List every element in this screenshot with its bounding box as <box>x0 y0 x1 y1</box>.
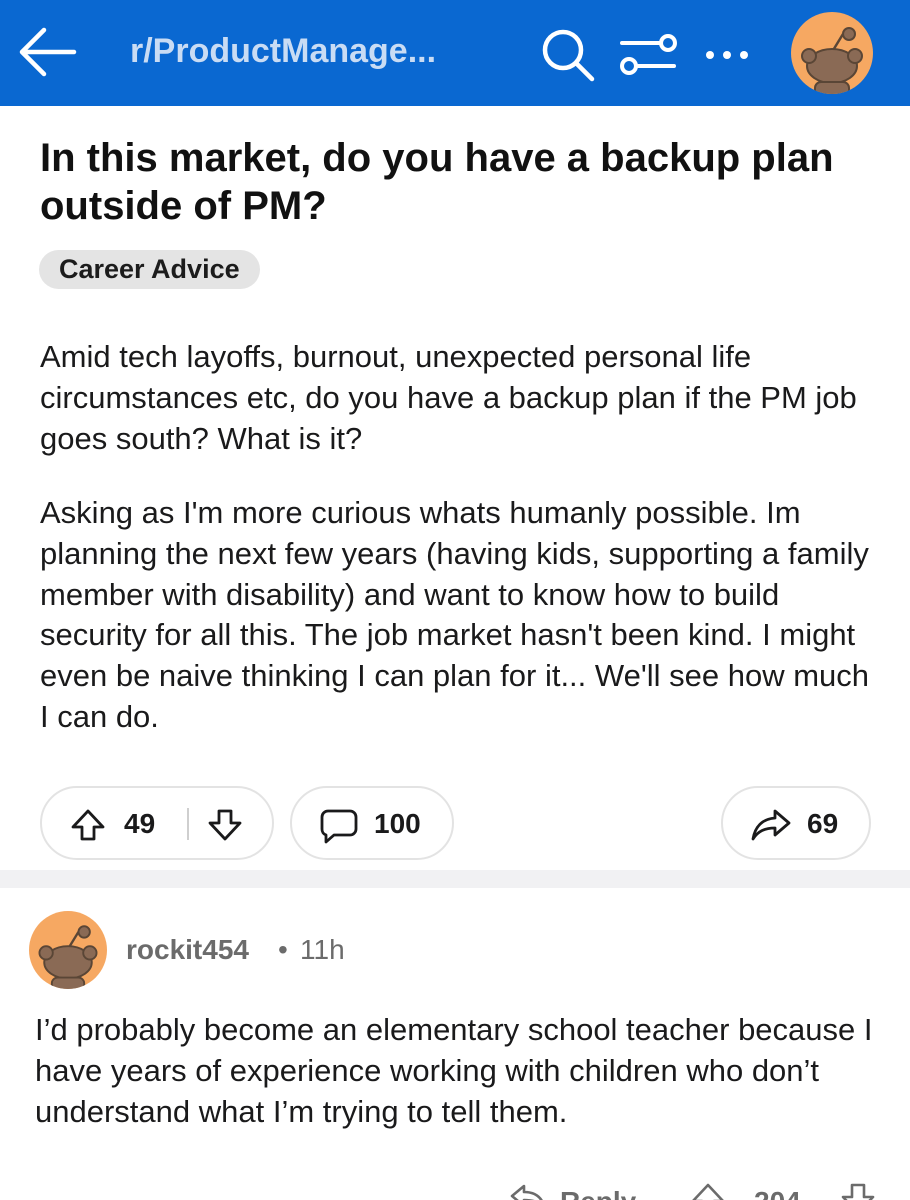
arrow-down-icon <box>841 1183 875 1200</box>
sort-filter-button[interactable] <box>616 28 680 80</box>
post-body-paragraph: Asking as I'm more curious whats humanly… <box>40 495 870 734</box>
arrow-up-icon <box>71 809 105 841</box>
sliders-icon <box>620 34 677 75</box>
reply-button[interactable]: Reply <box>560 1186 636 1200</box>
post-title: In this market, do you have a backup pla… <box>40 136 834 228</box>
comment-bubble-icon <box>320 809 358 844</box>
comments-button[interactable]: 100 <box>290 786 454 860</box>
more-horizontal-icon <box>706 51 714 59</box>
comment-avatar[interactable] <box>29 911 107 989</box>
arrow-up-icon <box>692 1183 724 1200</box>
post-flair[interactable]: Career Advice <box>39 250 260 289</box>
post-body-paragraph: Amid tech layoffs, burnout, unexpected p… <box>40 339 857 456</box>
arrow-down-icon <box>208 809 242 841</box>
upvote-button[interactable] <box>70 808 106 847</box>
comment-username[interactable]: rockit454 <box>126 934 249 966</box>
downvote-button[interactable] <box>207 808 243 847</box>
meta-separator: • <box>278 934 288 965</box>
comment-timestamp: 11h <box>300 934 345 965</box>
comment-downvote-button[interactable] <box>840 1182 876 1200</box>
comment-count: 100 <box>374 808 421 839</box>
back-button[interactable] <box>14 22 80 82</box>
comment-actions: Reply 204 <box>0 1178 910 1200</box>
snoo-avatar-icon <box>38 925 98 989</box>
top-app-bar: r/ProductManage... <box>0 0 910 106</box>
subreddit-name[interactable]: r/ProductManage... <box>130 32 436 71</box>
vote-count: 49 <box>124 808 156 839</box>
comment-body: I’d probably become an elementary school… <box>35 1012 873 1129</box>
share-button[interactable]: 69 <box>721 786 871 860</box>
reply-icon <box>510 1184 543 1200</box>
more-options-button[interactable] <box>700 30 754 80</box>
vote-control: 49 <box>40 786 274 860</box>
user-avatar[interactable] <box>791 12 873 94</box>
arrow-left-icon <box>19 27 77 77</box>
snoo-avatar-icon <box>801 27 863 94</box>
share-arrow-icon <box>751 809 791 841</box>
comment-upvote-button[interactable] <box>690 1182 726 1200</box>
search-button[interactable] <box>538 26 598 82</box>
comment-vote-count: 204 <box>754 1186 801 1200</box>
vote-divider <box>187 808 189 840</box>
search-icon <box>542 29 595 82</box>
share-count: 69 <box>807 808 839 839</box>
section-divider <box>0 870 910 888</box>
